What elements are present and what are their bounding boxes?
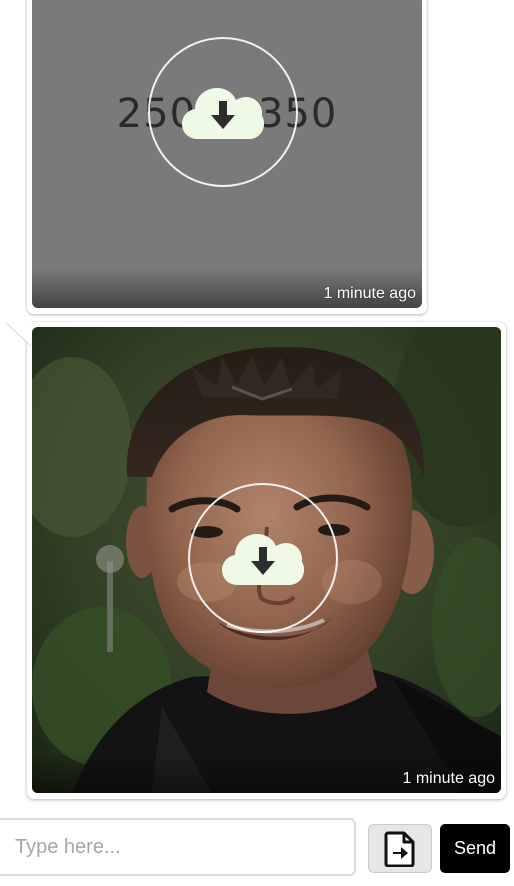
send-button[interactable]: Send (440, 824, 510, 873)
attach-file-button[interactable] (368, 824, 432, 873)
download-button[interactable] (148, 37, 298, 187)
chat-view: 250 × 350 1 minute ago (0, 0, 514, 886)
download-button[interactable] (188, 483, 338, 633)
message-image[interactable]: 250 × 350 1 minute ago (32, 0, 422, 308)
message-bubble: 1 minute ago (5, 322, 506, 799)
message-bubble: 250 × 350 1 minute ago (27, 0, 427, 314)
message-input[interactable] (0, 818, 356, 876)
cloud-download-icon (182, 88, 264, 139)
file-attach-icon (384, 831, 415, 867)
message-timestamp: 1 minute ago (323, 285, 416, 302)
cloud-download-icon (222, 534, 304, 585)
message-image[interactable]: 1 minute ago (32, 327, 501, 793)
bubble-tail (5, 322, 31, 347)
message-timestamp: 1 minute ago (402, 770, 495, 787)
